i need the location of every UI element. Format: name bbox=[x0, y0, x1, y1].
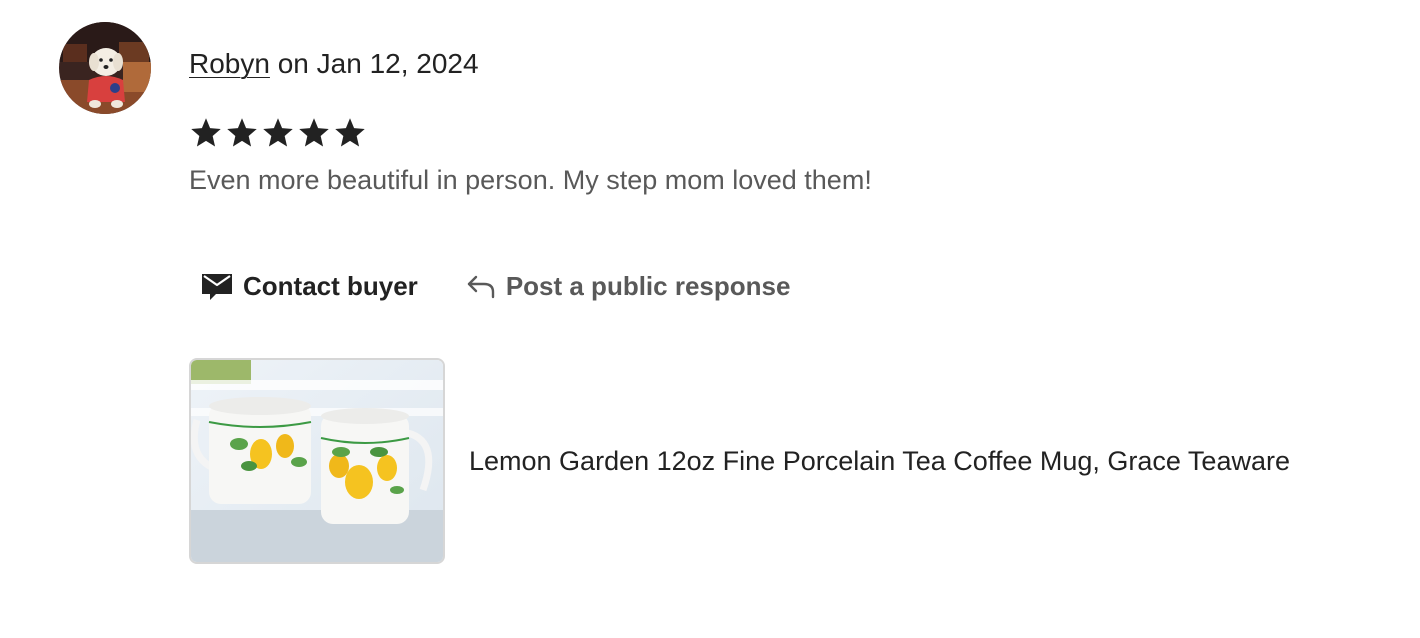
listing-link[interactable]: Lemon Garden 12oz Fine Porcelain Tea Cof… bbox=[189, 358, 1290, 564]
avatar-image bbox=[59, 22, 151, 114]
review-date: on Jan 12, 2024 bbox=[269, 48, 479, 79]
reviewer-name-link[interactable]: Robyn bbox=[189, 48, 270, 79]
star-icon bbox=[191, 118, 221, 147]
listing-thumbnail[interactable] bbox=[189, 358, 445, 564]
star-icon bbox=[227, 118, 257, 147]
envelope-icon bbox=[202, 274, 232, 300]
review-text: Even more beautiful in person. My step m… bbox=[189, 165, 872, 195]
contact-buyer-label: Contact buyer bbox=[243, 271, 418, 301]
listing-image bbox=[191, 360, 443, 562]
review-actions: Contact buyer Post a public response bbox=[201, 268, 790, 304]
contact-buyer-button[interactable]: Contact buyer bbox=[201, 268, 418, 304]
listing-title[interactable]: Lemon Garden 12oz Fine Porcelain Tea Cof… bbox=[469, 443, 1290, 479]
review-byline: Robyn on Jan 12, 2024 bbox=[189, 46, 479, 82]
star-icon bbox=[335, 118, 365, 147]
star-icon bbox=[263, 118, 293, 147]
star-rating bbox=[189, 116, 367, 150]
reviewer-avatar[interactable] bbox=[59, 22, 151, 114]
star-icon bbox=[299, 118, 329, 147]
post-public-response-label: Post a public response bbox=[505, 271, 791, 301]
post-public-response-button[interactable]: Post a public response bbox=[466, 268, 791, 304]
reply-arrow-icon bbox=[467, 275, 495, 299]
